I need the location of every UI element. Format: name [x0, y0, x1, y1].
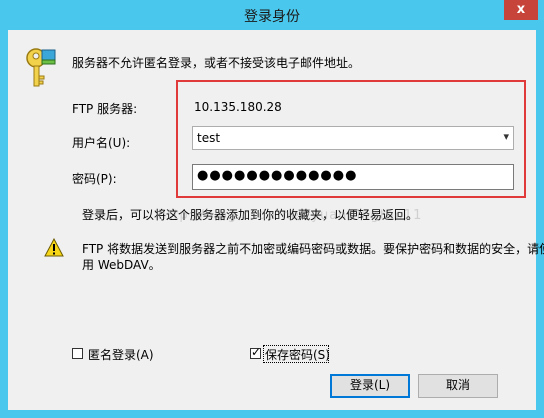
password-field[interactable]: ●●●●●●●●●●●●●	[192, 164, 514, 190]
close-button[interactable]: x	[504, 0, 538, 20]
server-value: 10.135.180.28	[194, 100, 282, 114]
save-password-checkbox[interactable]: ✓	[250, 345, 262, 359]
warning-icon	[44, 238, 64, 257]
password-value: ●●●●●●●●●●●●●	[197, 168, 358, 183]
info-message: 服务器不允许匿名登录，或者不接受该电子邮件地址。	[72, 56, 361, 70]
warning-line-1: FTP 将数据发送到服务器之前不加密或编码密码或数据。要保护密码和数据的安全，请…	[82, 242, 544, 256]
username-value: test	[197, 131, 221, 145]
cancel-button[interactable]: 取消	[418, 374, 498, 398]
watermark: http://blog.csdn.net/yuanbingtao11	[158, 208, 423, 223]
dialog-title: 登录身份	[244, 9, 300, 25]
check-icon: ✓	[251, 345, 262, 359]
anonymous-label[interactable]: 匿名登录(A)	[88, 346, 154, 363]
title-bar[interactable]: 登录身份 x	[0, 0, 544, 30]
username-combobox[interactable]: test ▾	[192, 126, 514, 150]
server-label: FTP 服务器:	[72, 102, 138, 116]
password-label: 密码(P):	[72, 172, 117, 186]
warning-line-2: 用 WebDAV。	[82, 258, 161, 272]
chevron-down-icon[interactable]: ▾	[503, 130, 509, 143]
anonymous-checkbox[interactable]	[72, 348, 83, 359]
login-button[interactable]: 登录(L)	[330, 374, 410, 398]
save-password-label[interactable]: 保存密码(S)	[265, 346, 330, 363]
key-icon	[26, 48, 56, 87]
login-dialog: 登录身份 x 服务器不允许匿名登录，或者不接受该电子邮件地址。 FTP 服务器:…	[0, 0, 544, 418]
dialog-body: 服务器不允许匿名登录，或者不接受该电子邮件地址。 FTP 服务器: 10.135…	[8, 30, 544, 410]
username-label: 用户名(U):	[72, 136, 131, 150]
